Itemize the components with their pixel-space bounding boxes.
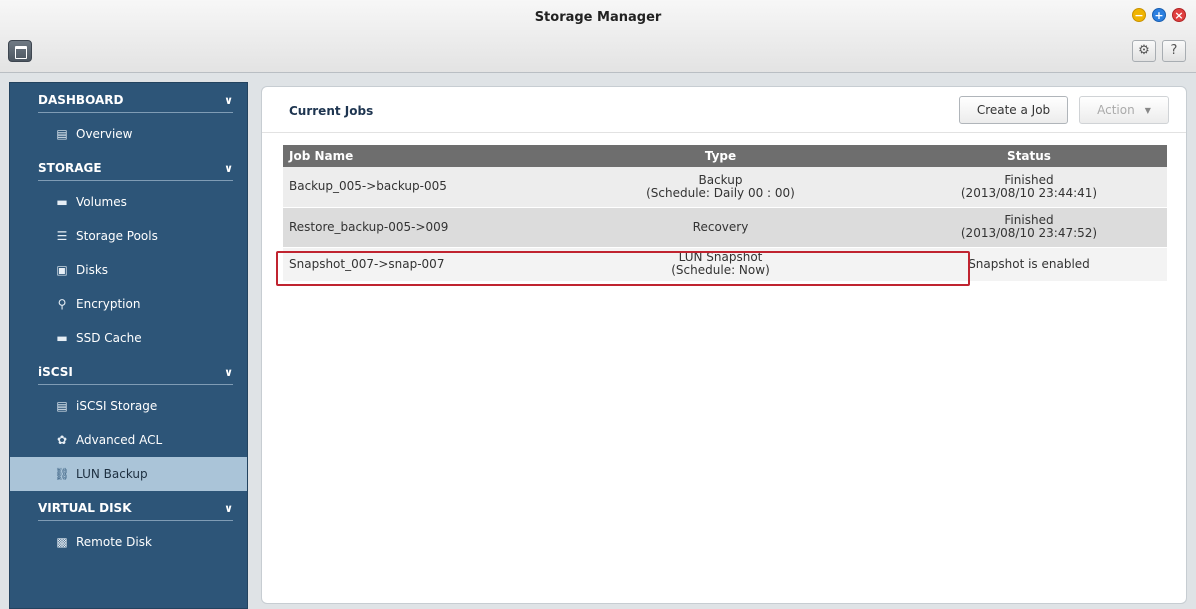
sidebar-section-dashboard[interactable]: DASHBOARD ∨ (10, 83, 247, 117)
section-label: DASHBOARD (38, 93, 124, 107)
section-label: VIRTUAL DISK (38, 501, 132, 515)
sidebar-item-encryption[interactable]: ⚲ Encryption (10, 287, 247, 321)
jobs-table: Job Name Type Status Backup_005->backup-… (283, 145, 1167, 282)
column-header-status[interactable]: Status (891, 145, 1167, 167)
help-button[interactable]: ? (1162, 40, 1186, 62)
volume-icon: ▬ (56, 195, 68, 209)
sidebar-item-overview[interactable]: ▤ Overview (10, 117, 247, 151)
chevron-down-icon[interactable]: ∨ (224, 502, 233, 515)
job-schedule: (Schedule: Daily 00 : 00) (646, 185, 795, 200)
job-name-cell: Snapshot_007->snap-007 (283, 247, 550, 282)
job-status-cell: Finished (2013/08/10 23:44:41) (891, 167, 1167, 208)
panel-header: Current Jobs Create a Job Action ▼ (262, 87, 1186, 133)
gear-icon[interactable]: ⚙ (1132, 40, 1156, 62)
minimize-icon[interactable]: − (1132, 8, 1146, 22)
disk-icon: ▣ (56, 263, 68, 277)
job-status: Finished (1004, 172, 1054, 187)
chevron-down-icon: ▼ (1144, 105, 1151, 115)
sidebar-item-advanced-acl[interactable]: ✿ Advanced ACL (10, 423, 247, 457)
job-status-time: (2013/08/10 23:44:41) (960, 185, 1098, 200)
table-row[interactable]: Backup_005->backup-005 Backup (Schedule:… (283, 167, 1167, 208)
sidebar-item-storage-pools[interactable]: ☰ Storage Pools (10, 219, 247, 253)
key-icon: ⚲ (57, 297, 67, 311)
sidebar-toggle-button[interactable] (8, 40, 32, 62)
remote-disk-icon: ▩ (56, 535, 68, 549)
job-name-cell: Backup_005->backup-005 (283, 167, 550, 208)
sidebar-item-label: LUN Backup (76, 467, 148, 481)
sidebar-item-label: Advanced ACL (76, 433, 163, 447)
sidebar-section-iscsi[interactable]: iSCSI ∨ (10, 355, 247, 389)
job-type-cell: Recovery (550, 207, 891, 248)
section-label: iSCSI (38, 365, 73, 379)
maximize-icon[interactable]: + (1152, 8, 1166, 22)
job-schedule: (Schedule: Now) (671, 263, 770, 277)
chevron-down-icon[interactable]: ∨ (224, 94, 233, 107)
sidebar-section-storage[interactable]: STORAGE ∨ (10, 151, 247, 185)
sidebar-item-lun-backup[interactable]: ⛓ LUN Backup (10, 457, 247, 491)
job-status-cell: Finished (2013/08/10 23:47:52) (891, 207, 1167, 248)
close-icon[interactable]: × (1172, 8, 1186, 22)
chevron-down-icon[interactable]: ∨ (224, 162, 233, 175)
chevron-down-icon[interactable]: ∨ (224, 366, 233, 379)
title-bar: Storage Manager − + × ⚙ ? (0, 0, 1196, 73)
sidebar-item-ssd-cache[interactable]: ▬ SSD Cache (10, 321, 247, 355)
sidebar-item-label: SSD Cache (76, 331, 142, 345)
action-label: Action (1097, 103, 1135, 117)
sidebar-item-label: iSCSI Storage (76, 399, 158, 413)
storage-pool-icon: ☰ (56, 229, 68, 243)
page-title: Current Jobs (289, 104, 374, 118)
sidebar-item-iscsi-storage[interactable]: ▤ iSCSI Storage (10, 389, 247, 423)
action-dropdown-button[interactable]: Action ▼ (1079, 96, 1169, 124)
column-header-type[interactable]: Type (550, 145, 891, 167)
sidebar-item-label: Overview (76, 127, 133, 141)
sidebar-item-label: Remote Disk (76, 535, 152, 549)
acl-gear-icon: ✿ (56, 433, 68, 447)
window-controls: − + × (1132, 8, 1186, 22)
overview-icon: ▤ (56, 127, 68, 141)
main-panel: Current Jobs Create a Job Action ▼ Job N… (261, 86, 1187, 604)
sidebar-item-volumes[interactable]: ▬ Volumes (10, 185, 247, 219)
sidebar-item-remote-disk[interactable]: ▩ Remote Disk (10, 525, 247, 559)
ssd-icon: ▬ (56, 331, 68, 345)
sidebar-item-label: Volumes (76, 195, 127, 209)
table-row[interactable]: Snapshot_007->snap-007 LUN Snapshot (Sch… (283, 247, 1167, 282)
job-type-cell: LUN Snapshot (Schedule: Now) (550, 247, 891, 282)
sidebar-section-virtual-disk[interactable]: VIRTUAL DISK ∨ (10, 491, 247, 525)
job-status-time: (2013/08/10 23:47:52) (960, 226, 1098, 240)
job-type: Recovery (692, 219, 749, 234)
job-status: Snapshot is enabled (968, 256, 1090, 271)
column-header-job-name[interactable]: Job Name (283, 145, 550, 167)
sidebar-item-disks[interactable]: ▣ Disks (10, 253, 247, 287)
toolbar-right: ⚙ ? (1132, 40, 1186, 62)
sidebar: DASHBOARD ∨ ▤ Overview STORAGE ∨ ▬ Volum… (9, 82, 248, 609)
sidebar-item-label: Storage Pools (76, 229, 158, 243)
table-row[interactable]: Restore_backup-005->009 Recovery Finishe… (283, 207, 1167, 248)
job-type: Backup (698, 172, 743, 187)
job-status-cell: Snapshot is enabled (891, 247, 1167, 282)
section-label: STORAGE (38, 161, 102, 175)
window-title: Storage Manager (534, 10, 662, 25)
job-type-cell: Backup (Schedule: Daily 00 : 00) (550, 167, 891, 208)
sidebar-item-label: Disks (76, 263, 109, 277)
sidebar-item-label: Encryption (76, 297, 141, 311)
create-job-button[interactable]: Create a Job (959, 96, 1068, 124)
lun-backup-icon: ⛓ (54, 467, 70, 481)
iscsi-storage-icon: ▤ (56, 399, 68, 413)
job-name-cell: Restore_backup-005->009 (283, 207, 550, 248)
